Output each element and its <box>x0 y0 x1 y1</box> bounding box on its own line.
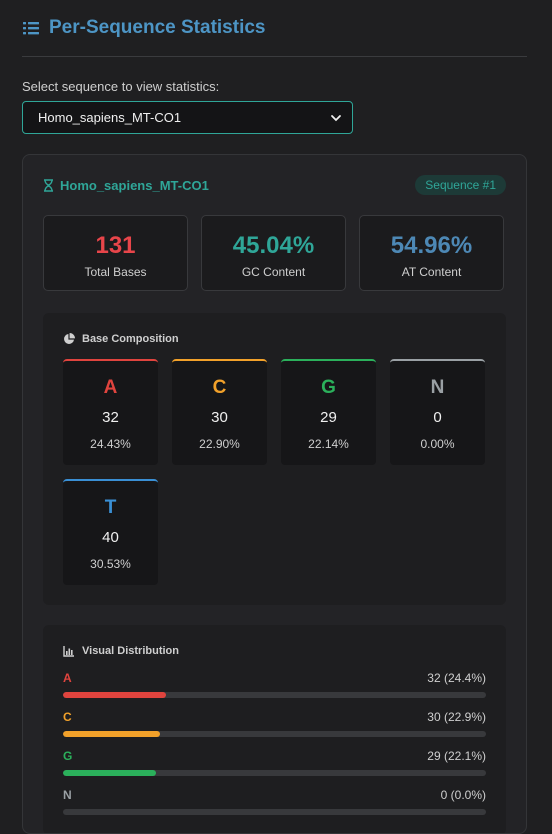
distribution-row-a: A 32 (24.4%) <box>63 671 486 698</box>
distribution-bar-track <box>63 770 486 776</box>
base-card-t: T 40 30.53% <box>63 479 158 585</box>
base-composition-title: Base Composition <box>63 333 486 345</box>
sequence-badge: Sequence #1 <box>415 175 506 195</box>
base-percent: 24.43% <box>90 437 131 451</box>
base-count: 30 <box>211 409 228 426</box>
base-card-n: N 0 0.00% <box>390 359 485 465</box>
base-letter: T <box>104 497 117 518</box>
summary-stats: 131 Total Bases 45.04% GC Content 54.96%… <box>43 215 506 291</box>
panel-title-text: Visual Distribution <box>82 645 179 657</box>
base-count: 40 <box>102 529 119 546</box>
distribution-bar-track <box>63 809 486 815</box>
stat-value: 131 <box>95 232 136 259</box>
base-letter: C <box>212 377 227 398</box>
per-sequence-statistics-section: Per-Sequence Statistics Select sequence … <box>22 0 527 834</box>
hourglass-icon <box>44 178 53 192</box>
distribution-rows: A 32 (24.4%) C 30 (22.9%) G 29 (22.1%) N… <box>63 671 486 815</box>
pie-chart-icon <box>64 333 75 344</box>
stat-value: 54.96% <box>390 232 473 259</box>
distribution-bar-track <box>63 731 486 737</box>
sequence-select[interactable]: Homo_sapiens_MT-CO1 <box>22 101 353 134</box>
distribution-bar-fill <box>63 770 157 776</box>
distribution-row-g: G 29 (22.1%) <box>63 749 486 776</box>
stat-label: GC Content <box>241 265 306 279</box>
distribution-base: C <box>63 710 72 724</box>
sequence-stats-card: Homo_sapiens_MT-CO1 Sequence #1 131 Tota… <box>22 154 527 834</box>
base-count: 0 <box>433 409 442 426</box>
distribution-value: 32 (24.4%) <box>427 671 486 685</box>
base-count: 29 <box>320 409 337 426</box>
select-label: Select sequence to view statistics: <box>22 79 220 94</box>
distribution-value: 29 (22.1%) <box>427 749 486 763</box>
distribution-bar-track <box>63 692 486 698</box>
stat-total-bases: 131 Total Bases <box>43 215 188 291</box>
stat-value: 45.04% <box>232 232 315 259</box>
base-count: 32 <box>102 409 119 426</box>
distribution-value: 30 (22.9%) <box>427 710 486 724</box>
base-percent: 22.14% <box>308 437 349 451</box>
distribution-row-n: N 0 (0.0%) <box>63 788 486 815</box>
stat-label: Total Bases <box>84 265 147 279</box>
list-icon <box>23 22 39 35</box>
visual-distribution-title: Visual Distribution <box>63 645 486 657</box>
distribution-row-c: C 30 (22.9%) <box>63 710 486 737</box>
base-percent: 0.00% <box>420 437 455 451</box>
stat-at-content: 54.96% AT Content <box>359 215 504 291</box>
base-percent: 22.90% <box>199 437 240 451</box>
base-composition-panel: Base Composition A 32 24.43% C 30 22.90%… <box>43 313 506 605</box>
section-header: Per-Sequence Statistics <box>22 0 527 57</box>
sequence-name: Homo_sapiens_MT-CO1 <box>43 178 209 193</box>
panel-title-text: Base Composition <box>82 333 179 345</box>
distribution-base: G <box>63 749 73 763</box>
distribution-bar-fill <box>63 692 167 698</box>
base-letter: N <box>430 377 445 398</box>
chevron-down-icon <box>331 114 341 121</box>
base-cards: A 32 24.43% C 30 22.90% G 29 22.14% N 0 <box>63 359 503 585</box>
distribution-bar-fill <box>63 731 160 737</box>
visual-distribution-panel: Visual Distribution A 32 (24.4%) C 30 (2… <box>43 625 506 833</box>
stat-label: AT Content <box>401 265 462 279</box>
base-card-g: G 29 22.14% <box>281 359 376 465</box>
distribution-base: A <box>63 671 72 685</box>
sequence-name-text: Homo_sapiens_MT-CO1 <box>60 177 209 193</box>
distribution-value: 0 (0.0%) <box>440 788 486 802</box>
stat-gc-content: 45.04% GC Content <box>201 215 346 291</box>
sequence-select-value: Homo_sapiens_MT-CO1 <box>38 110 182 125</box>
base-letter: G <box>321 377 336 398</box>
section-title: Per-Sequence Statistics <box>49 17 266 38</box>
base-percent: 30.53% <box>90 557 131 571</box>
base-card-a: A 32 24.43% <box>63 359 158 465</box>
distribution-base: N <box>63 788 72 802</box>
base-card-c: C 30 22.90% <box>172 359 267 465</box>
bar-chart-icon <box>63 646 74 657</box>
card-header: Homo_sapiens_MT-CO1 Sequence #1 <box>43 175 506 195</box>
base-letter: A <box>103 377 118 398</box>
